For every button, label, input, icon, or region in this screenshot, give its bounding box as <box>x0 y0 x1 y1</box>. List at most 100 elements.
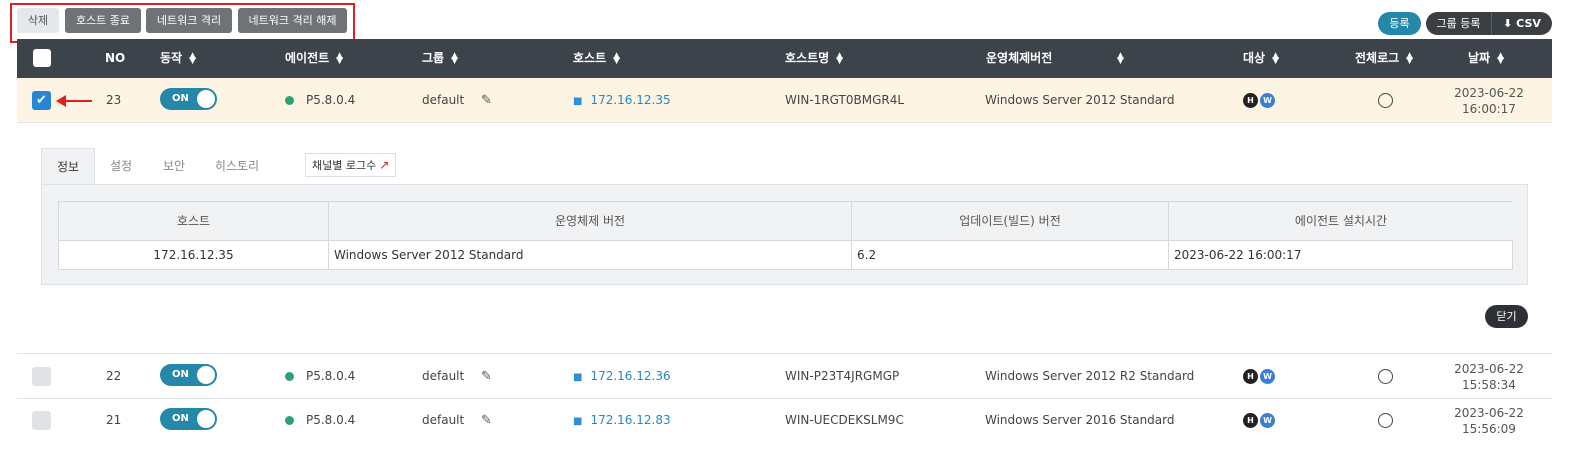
date-value: 2023-06-22 <box>1454 406 1524 420</box>
sort-icon[interactable]: ▲ ▼ <box>1117 51 1124 65</box>
date-value: 2023-06-22 <box>1454 86 1524 100</box>
sort-icon[interactable]: ▲ ▼ <box>336 51 343 65</box>
edit-icon[interactable]: ✎ <box>481 398 492 443</box>
select-all-checkbox[interactable] <box>33 49 51 67</box>
table-header: NO 동작 ▲ ▼ 에이전트 ▲ ▼ 그룹 ▲ ▼ 호스트 ▲ ▼ 호스트명 ▲ ▼ 운영체제버전 … <box>17 39 1552 78</box>
edit-icon[interactable]: ✎ <box>481 78 492 123</box>
row-no: 23 <box>106 93 122 107</box>
toggle-label: ON <box>172 413 189 424</box>
sort-icon[interactable]: ▲ ▼ <box>1272 51 1279 65</box>
tab-security[interactable]: 보안 <box>151 148 197 185</box>
release-isolation-button[interactable]: 네트워크 격리 해제 <box>238 8 347 33</box>
hostname: WIN-1RGT0BMGR4L <box>785 93 905 107</box>
sort-icon[interactable]: ▲ ▼ <box>1497 51 1504 65</box>
all-log-radio[interactable] <box>1378 369 1393 384</box>
sort-icon[interactable]: ▲ ▼ <box>1406 51 1413 65</box>
tab-info[interactable]: 정보 <box>41 148 95 185</box>
table-row[interactable]: ✔ 23 ON P5.8.0.4 default ✎ ■ 172.16.12.35… <box>17 78 1552 123</box>
h-badge-icon: H <box>1243 369 1258 384</box>
row-date: 2023-06-22 16:00:17 <box>1449 85 1529 117</box>
group-register-button[interactable]: 그룹 등록 <box>1426 12 1492 35</box>
col-os-version-sort[interactable]: ▲ ▼ <box>1110 39 1124 78</box>
col-hostname-label: 호스트명 <box>785 51 830 65</box>
w-badge-icon: W <box>1260 369 1275 384</box>
pointer-arrow-icon <box>56 93 92 109</box>
col-action[interactable]: 동작 ▲ ▼ <box>160 39 196 78</box>
agent-version: P5.8.0.4 <box>306 413 356 427</box>
table-row[interactable]: 21 ON P5.8.0.4 default ✎ ■ 172.16.12.83 W… <box>17 398 1552 443</box>
tab-history[interactable]: 히스토리 <box>207 148 267 185</box>
time-value: 15:58:34 <box>1462 378 1516 392</box>
w-badge-icon: W <box>1260 413 1275 428</box>
terminate-host-button[interactable]: 호스트 종료 <box>65 8 141 33</box>
info-header-os: 운영체제 버전 <box>329 202 852 241</box>
sort-icon[interactable]: ▲ ▼ <box>189 51 196 65</box>
sort-icon[interactable]: ▲ ▼ <box>613 51 620 65</box>
all-log-radio[interactable] <box>1378 413 1393 428</box>
col-host[interactable]: 호스트 ▲ ▼ <box>573 39 620 78</box>
channel-log-button[interactable]: 채널별 로그수 ↗ <box>305 153 397 177</box>
host-link[interactable]: ■ 172.16.12.83 <box>573 398 671 443</box>
host-ip: 172.16.12.83 <box>590 413 671 427</box>
os-version: Windows Server 2016 Standard <box>985 413 1175 427</box>
host-link[interactable]: ■ 172.16.12.36 <box>573 354 671 399</box>
row-checkbox[interactable]: ✔ <box>32 91 51 110</box>
host-ip: 172.16.12.36 <box>590 369 671 383</box>
col-agent-label: 에이전트 <box>285 51 330 65</box>
external-link-icon: ↗ <box>379 158 390 172</box>
isolate-network-button[interactable]: 네트워크 격리 <box>146 8 232 33</box>
row-date: 2023-06-22 15:58:34 <box>1449 361 1529 393</box>
row-checkbox[interactable] <box>32 367 51 386</box>
tab-settings[interactable]: 설정 <box>98 148 144 185</box>
edit-icon[interactable]: ✎ <box>481 354 492 399</box>
col-no: NO <box>105 51 126 65</box>
col-host-label: 호스트 <box>573 51 607 65</box>
host-link[interactable]: ■ 172.16.12.35 <box>573 78 671 123</box>
info-header-build: 업데이트(빌드) 버전 <box>852 202 1169 241</box>
group-csv-buttons: 그룹 등록 ⬇ CSV <box>1426 12 1552 35</box>
windows-icon: ■ <box>573 372 583 383</box>
check-icon: ✔ <box>36 93 47 108</box>
h-badge-icon: H <box>1243 413 1258 428</box>
close-button[interactable]: 닫기 <box>1485 305 1528 328</box>
info-host-link[interactable]: 172.16.12.35 <box>59 241 329 270</box>
windows-icon: ■ <box>573 416 583 427</box>
status-dot-icon <box>285 416 294 425</box>
row-no: 21 <box>106 413 122 427</box>
col-target[interactable]: 대상 ▲ ▼ <box>1243 39 1279 78</box>
time-value: 16:00:17 <box>1462 102 1516 116</box>
csv-export-button[interactable]: ⬇ CSV <box>1492 12 1552 35</box>
info-os: Windows Server 2012 Standard <box>329 241 852 270</box>
h-badge-icon: H <box>1243 93 1258 108</box>
col-target-label: 대상 <box>1243 51 1266 65</box>
col-hostname[interactable]: 호스트명 ▲ ▼ <box>785 39 843 78</box>
col-date[interactable]: 날짜 ▲ ▼ <box>1468 39 1504 78</box>
all-log-radio[interactable] <box>1378 93 1393 108</box>
channel-log-label: 채널별 로그수 <box>312 159 377 172</box>
info-install-time: 2023-06-22 16:00:17 <box>1174 248 1302 262</box>
csv-label: CSV <box>1516 17 1541 30</box>
agent-toggle[interactable]: ON <box>160 364 217 386</box>
sort-icon[interactable]: ▲ ▼ <box>451 51 458 65</box>
delete-button[interactable]: 삭제 <box>17 8 59 33</box>
table-row[interactable]: 22 ON P5.8.0.4 default ✎ ■ 172.16.12.36 W… <box>17 354 1552 399</box>
agent-version: P5.8.0.4 <box>306 369 356 383</box>
info-table: 호스트 운영체제 버전 업데이트(빌드) 버전 에이전트 설치시간 172.16… <box>58 201 1513 270</box>
hostname: WIN-P23T4JRGMGP <box>785 369 900 383</box>
col-date-label: 날짜 <box>1468 51 1491 65</box>
group-name: default <box>422 413 465 427</box>
col-agent[interactable]: 에이전트 ▲ ▼ <box>285 39 343 78</box>
row-no: 22 <box>106 369 122 383</box>
col-all-log[interactable]: 전체로그 ▲ ▼ <box>1355 39 1413 78</box>
sort-icon[interactable]: ▲ ▼ <box>836 51 843 65</box>
group-name: default <box>422 369 465 383</box>
col-group[interactable]: 그룹 ▲ ▼ <box>422 39 458 78</box>
time-value: 15:56:09 <box>1462 422 1516 436</box>
group-name: default <box>422 93 465 107</box>
row-checkbox[interactable] <box>32 411 51 430</box>
toggle-label: ON <box>172 93 189 104</box>
register-button[interactable]: 등록 <box>1378 12 1421 35</box>
hostname: WIN-UECDEKSLM9C <box>785 413 904 427</box>
agent-toggle[interactable]: ON <box>160 408 217 430</box>
agent-toggle[interactable]: ON <box>160 88 217 110</box>
